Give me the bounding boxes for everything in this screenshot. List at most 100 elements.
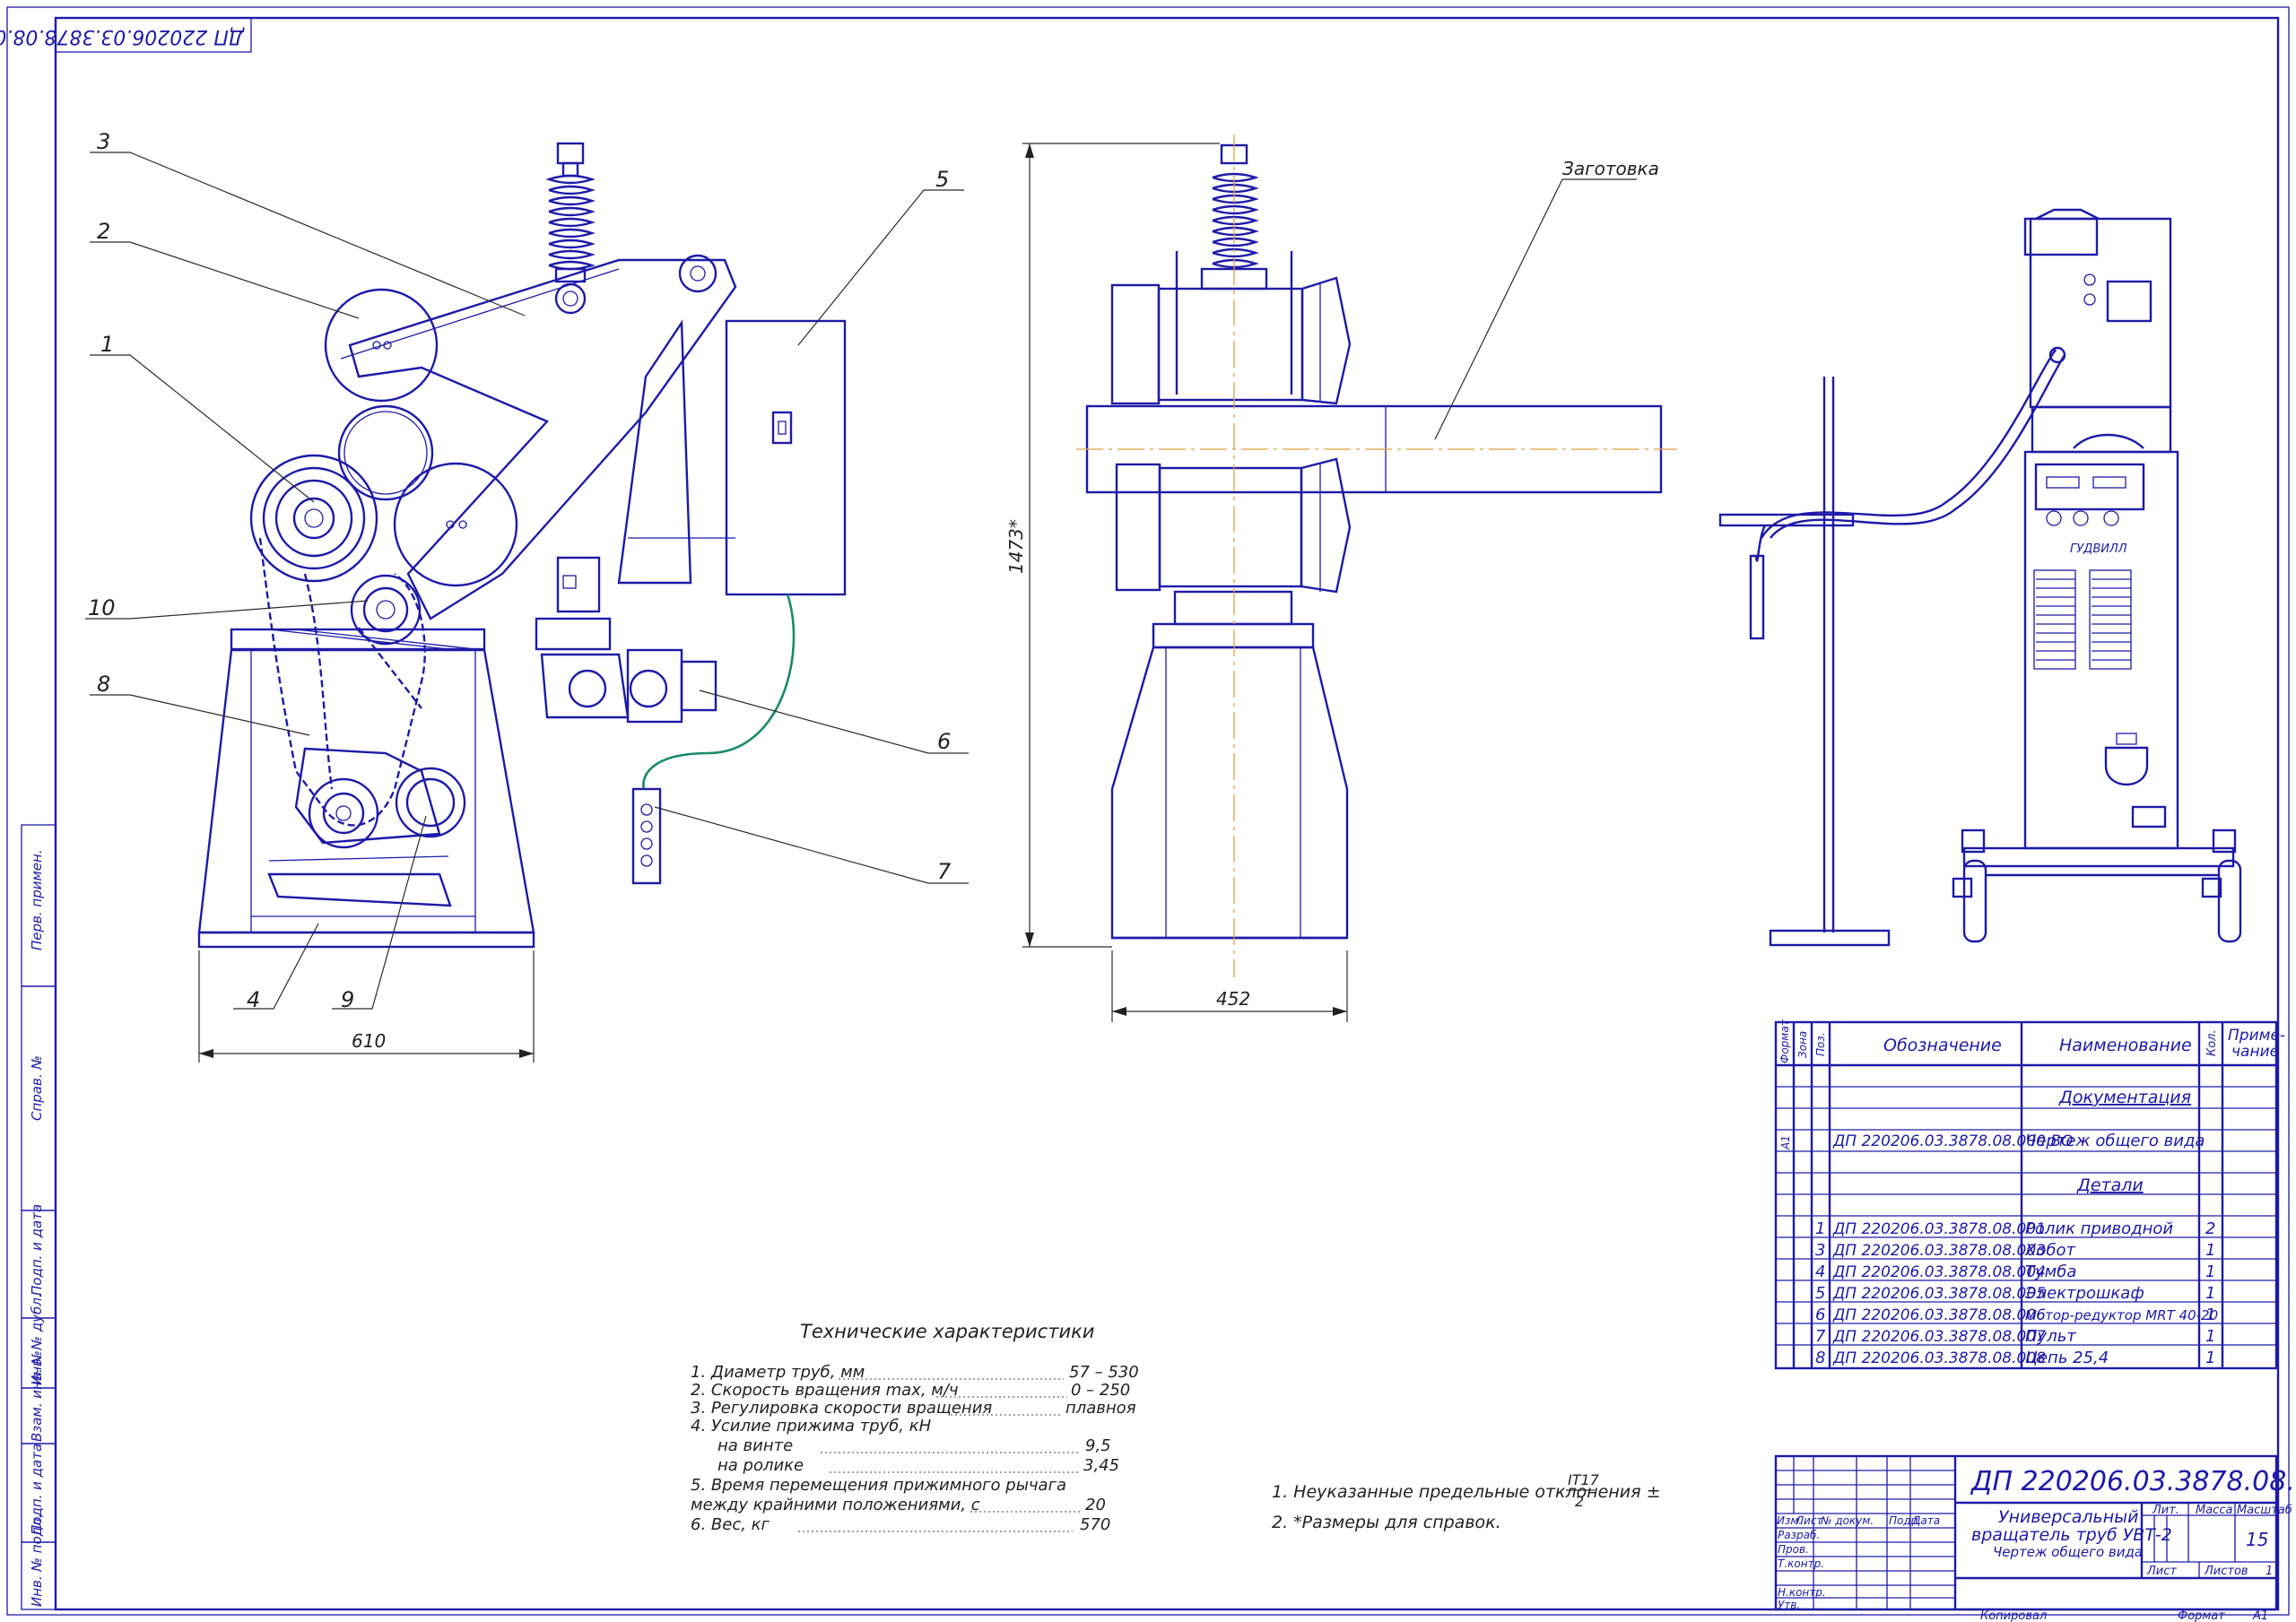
stand-base — [197, 648, 535, 934]
lower-motor — [267, 747, 466, 907]
tech-value-9: 570 — [1080, 1515, 1110, 1534]
front-view: 1473* 452 Заготовка — [1005, 134, 1677, 1022]
corner-stamp: ДП 220206.03.3878.08.000 ВО — [0, 17, 252, 53]
cabinet-and-motor — [535, 319, 847, 885]
pos-8: 8 — [97, 672, 110, 697]
tb-lit: Лит. — [2152, 1504, 2179, 1517]
stamp-vzam: Взам. инв. № — [29, 1350, 45, 1442]
stamp-inv-podl: Инв. № подл. — [29, 1514, 45, 1607]
spec-h-qty: Кол. — [2205, 1029, 2219, 1056]
svg-text:Цепь 25,4: Цепь 25,4 — [2025, 1349, 2109, 1367]
svg-text:1: 1 — [1815, 1219, 1825, 1238]
tech-line-6: на ролике — [718, 1456, 804, 1475]
tech-line-5: на винте — [718, 1436, 793, 1455]
drawing-sheet: ДП 220206.03.3878.08.000 ВО Перв. примен… — [0, 6, 2296, 1622]
side-stamps: Перв. примен. Справ. № Подп. и дата Инв.… — [21, 824, 57, 1610]
svg-text:ДП 220206.03.3878.08.008: ДП 220206.03.3878.08.008 — [1832, 1349, 2046, 1367]
svg-text:Мотор-редуктор MRT 40-20: Мотор-редуктор MRT 40-20 — [2025, 1307, 2218, 1323]
label-workpiece: Заготовка — [1562, 158, 1659, 179]
pos-5: 5 — [935, 167, 949, 192]
tech-line-2: 2. Скорость вращения max, м/ч — [691, 1381, 959, 1400]
svg-text:1: 1 — [2205, 1349, 2215, 1367]
tb-utv: Утв. — [1778, 1599, 1800, 1611]
tb-sheets-value: 1 — [2266, 1565, 2273, 1578]
spec-row: 6 ДП 220206.03.3878.08.006 Мотор-редукто… — [1815, 1305, 2218, 1324]
svg-text:ДП 220206.03.3878.08.001: ДП 220206.03.3878.08.001 — [1832, 1220, 2046, 1238]
note-1-num: IT17 — [1568, 1471, 1600, 1488]
svg-text:1: 1 — [2205, 1284, 2215, 1303]
side-view: 610 — [197, 142, 737, 1063]
tech-line-9: 6. Вес, кг — [691, 1515, 770, 1534]
tech-line-8: между крайними положениями, с — [691, 1496, 980, 1514]
bracket — [617, 319, 692, 585]
note-2: 2. *Размеры для справок. — [1272, 1513, 1501, 1532]
svg-text:Пульт: Пульт — [2025, 1327, 2076, 1346]
svg-text:Хобот: Хобот — [2024, 1241, 2075, 1260]
dim-1473: 1473* — [1005, 519, 1027, 574]
lever-arm — [348, 258, 737, 620]
tb-name-1: Универсальный — [1998, 1507, 2139, 1527]
corner-stamp-text: ДП 220206.03.3878.08.000 ВО — [0, 25, 245, 48]
svg-text:6: 6 — [1815, 1305, 1825, 1324]
tb-scale-value: 15 — [2246, 1529, 2268, 1550]
tb-scale: Масштаб — [2237, 1504, 2292, 1517]
svg-text:4: 4 — [1815, 1262, 1825, 1281]
welder-brand: ГУДВИЛЛ — [2070, 542, 2127, 556]
svg-text:1: 1 — [2205, 1305, 2215, 1324]
spring-assembly — [545, 142, 596, 315]
tech-value-3: плавноя — [1065, 1399, 1136, 1418]
tb-format-value: А1 — [2252, 1609, 2268, 1622]
lower-roller — [1115, 463, 1161, 592]
pos-1: 1 — [100, 332, 114, 357]
tb-sheet: Лист — [2146, 1565, 2177, 1578]
svg-text:7: 7 — [1815, 1327, 1826, 1346]
svg-text:3: 3 — [1815, 1241, 1825, 1260]
tech-title: Технические характеристики — [800, 1321, 1094, 1342]
pos-7: 7 — [937, 859, 952, 884]
stamp-sprav: Справ. № — [29, 1055, 45, 1121]
spec-row: 4 ДП 220206.03.3878.08.004 Тумба 1 — [1815, 1262, 2215, 1281]
stand-foot — [197, 931, 535, 949]
sprocket-small — [350, 574, 422, 646]
outer-frame — [6, 6, 2290, 1616]
remote-pendant — [631, 787, 662, 885]
tb-list: Лист — [1795, 1514, 1823, 1527]
spec-row: 5 ДП 220206.03.3878.08.005 Электрошкаф 1 — [1815, 1284, 2215, 1303]
electric-cabinet — [725, 319, 847, 596]
note-1: 1. Неуказанные предельные отклонения ± — [1272, 1482, 1661, 1502]
tb-name-3: Чертеж общего вида — [1993, 1544, 2143, 1560]
torch-hose — [1760, 349, 2057, 539]
tb-nkontr: Н.контр. — [1778, 1586, 1826, 1599]
tech-value-6: 3,45 — [1083, 1456, 1119, 1475]
tb-copied: Копировал — [1980, 1609, 2047, 1622]
spec-row: 8 ДП 220206.03.3878.08.008 Цепь 25,4 1 — [1815, 1349, 2215, 1367]
tb-prov: Пров. — [1778, 1543, 1809, 1556]
svg-text:1: 1 — [2205, 1262, 2215, 1281]
svg-text:Электрошкаф: Электрошкаф — [2024, 1284, 2144, 1303]
spec-table: Формат Зона Поз. Обозначение Наименовани… — [1774, 1019, 2285, 1370]
svg-text:1: 1 — [2205, 1241, 2215, 1260]
drive-roller — [249, 454, 378, 583]
pos-4: 4 — [247, 987, 260, 1012]
spec-row: 7 ДП 220206.03.3878.08.007 Пульт 1 — [1815, 1327, 2215, 1346]
cart-wheel-left — [1962, 859, 1987, 943]
spec-h-note1: Приме- — [2228, 1027, 2285, 1045]
stamp-perv: Перв. примен. — [29, 849, 45, 950]
tech-line-7: 5. Время перемещения прижимного рычага — [691, 1476, 1066, 1495]
callouts: 3 2 1 10 8 4 9 5 6 7 — [85, 129, 969, 1012]
spec-h-format: Формат — [1779, 1019, 1791, 1063]
spec-h-pos: Поз. — [1814, 1032, 1827, 1056]
pos-3: 3 — [97, 129, 110, 154]
front-stand — [1110, 646, 1349, 940]
tb-tkontr: Т.контр. — [1778, 1557, 1824, 1570]
tb-mass: Масса — [2196, 1504, 2232, 1517]
svg-text:5: 5 — [1815, 1284, 1825, 1303]
svg-text:ДП 220206.03.3878.08.004: ДП 220206.03.3878.08.004 — [1832, 1263, 2046, 1281]
pos-9: 9 — [341, 987, 354, 1012]
stamp-podp-data-1: Подп. и дата — [29, 1204, 45, 1296]
motor-reducer — [540, 653, 630, 719]
power-source — [2023, 450, 2179, 850]
spec-h-designation: Обозначение — [1883, 1036, 2002, 1055]
tb-name-2: вращатель труб УВТ-2 — [1971, 1525, 2172, 1545]
tb-doc: № докум. — [1820, 1514, 1874, 1527]
